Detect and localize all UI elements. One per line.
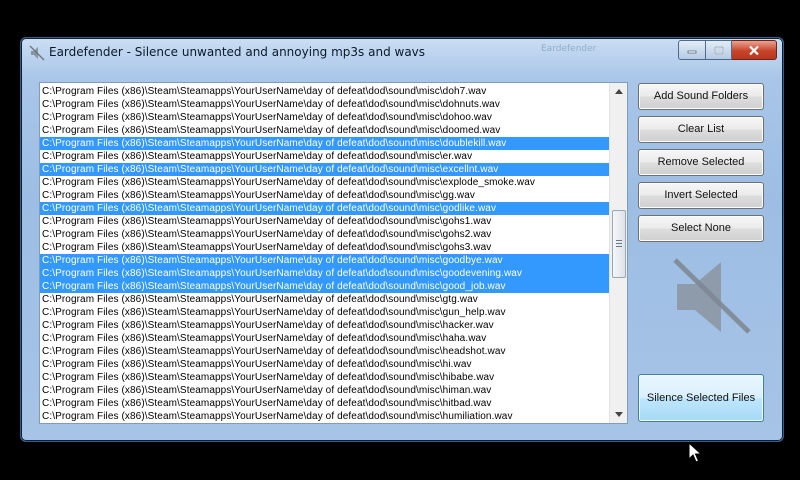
minimize-icon	[687, 50, 697, 54]
list-item[interactable]: C:\Program Files (x86)\Steam\Steamapps\Y…	[40, 137, 609, 150]
chevron-down-icon	[614, 412, 623, 417]
scroll-thumb[interactable]	[612, 210, 626, 278]
invert-selected-button[interactable]: Invert Selected	[638, 182, 764, 209]
grip-line	[616, 246, 622, 247]
list-item[interactable]: C:\Program Files (x86)\Steam\Steamapps\Y…	[40, 163, 609, 176]
list-item[interactable]: C:\Program Files (x86)\Steam\Steamapps\Y…	[40, 345, 609, 358]
list-item[interactable]: C:\Program Files (x86)\Steam\Steamapps\Y…	[40, 150, 609, 163]
list-item[interactable]: C:\Program Files (x86)\Steam\Steamapps\Y…	[40, 124, 609, 137]
vertical-scrollbar[interactable]	[609, 83, 627, 423]
list-item[interactable]: C:\Program Files (x86)\Steam\Steamapps\Y…	[40, 280, 609, 293]
list-item[interactable]: C:\Program Files (x86)\Steam\Steamapps\Y…	[40, 254, 609, 267]
close-button[interactable]	[732, 40, 777, 60]
scroll-down-button[interactable]	[610, 406, 627, 423]
chevron-up-icon	[614, 89, 623, 94]
clear-list-button[interactable]: Clear List	[638, 116, 764, 143]
remove-selected-button[interactable]: Remove Selected	[638, 149, 764, 176]
maximize-icon	[713, 45, 724, 55]
list-item[interactable]: C:\Program Files (x86)\Steam\Steamapps\Y…	[40, 98, 609, 111]
list-item[interactable]: C:\Program Files (x86)\Steam\Steamapps\Y…	[40, 384, 609, 397]
file-listbox[interactable]: C:\Program Files (x86)\Steam\Steamapps\Y…	[39, 82, 628, 424]
list-item[interactable]: C:\Program Files (x86)\Steam\Steamapps\Y…	[40, 410, 609, 423]
list-item[interactable]: C:\Program Files (x86)\Steam\Steamapps\Y…	[40, 111, 609, 124]
list-item[interactable]: C:\Program Files (x86)\Steam\Steamapps\Y…	[40, 189, 609, 202]
window-title: Eardefender - Silence unwanted and annoy…	[49, 45, 426, 59]
app-window: Eardefender - Silence unwanted and annoy…	[20, 37, 784, 463]
list-item[interactable]: C:\Program Files (x86)\Steam\Steamapps\Y…	[40, 176, 609, 189]
grip-line	[616, 243, 622, 244]
list-item[interactable]: C:\Program Files (x86)\Steam\Steamapps\Y…	[40, 241, 609, 254]
list-item[interactable]: C:\Program Files (x86)\Steam\Steamapps\Y…	[40, 319, 609, 332]
list-item[interactable]: C:\Program Files (x86)\Steam\Steamapps\Y…	[40, 332, 609, 345]
list-item[interactable]: C:\Program Files (x86)\Steam\Steamapps\Y…	[40, 358, 609, 371]
list-item[interactable]: C:\Program Files (x86)\Steam\Steamapps\Y…	[40, 267, 609, 280]
file-list-rows: C:\Program Files (x86)\Steam\Steamapps\Y…	[40, 85, 609, 423]
title-bar[interactable]: Eardefender - Silence unwanted and annoy…	[21, 38, 783, 68]
list-item[interactable]: C:\Program Files (x86)\Steam\Steamapps\Y…	[40, 306, 609, 319]
list-item[interactable]: C:\Program Files (x86)\Steam\Steamapps\Y…	[40, 85, 609, 98]
select-none-button[interactable]: Select None	[638, 215, 764, 242]
grip-line	[616, 240, 622, 241]
add-sound-folders-button[interactable]: Add Sound Folders	[638, 83, 764, 110]
mouse-pointer-icon	[688, 442, 702, 463]
muted-speaker-icon	[673, 258, 751, 334]
speaker-icon	[29, 45, 45, 61]
list-item[interactable]: C:\Program Files (x86)\Steam\Steamapps\Y…	[40, 228, 609, 241]
silence-selected-files-button[interactable]: Silence Selected Files	[638, 374, 764, 422]
caption-buttons	[678, 40, 777, 60]
list-item[interactable]: C:\Program Files (x86)\Steam\Steamapps\Y…	[40, 293, 609, 306]
maximize-button[interactable]	[706, 40, 732, 60]
close-icon	[749, 45, 759, 55]
list-item[interactable]: C:\Program Files (x86)\Steam\Steamapps\Y…	[40, 371, 609, 384]
title-ghost-text: Eardefender	[541, 44, 597, 54]
list-item[interactable]: C:\Program Files (x86)\Steam\Steamapps\Y…	[40, 397, 609, 410]
list-item[interactable]: C:\Program Files (x86)\Steam\Steamapps\Y…	[40, 202, 609, 215]
minimize-button[interactable]	[678, 40, 706, 60]
scroll-up-button[interactable]	[610, 83, 627, 100]
list-item[interactable]: C:\Program Files (x86)\Steam\Steamapps\Y…	[40, 215, 609, 228]
